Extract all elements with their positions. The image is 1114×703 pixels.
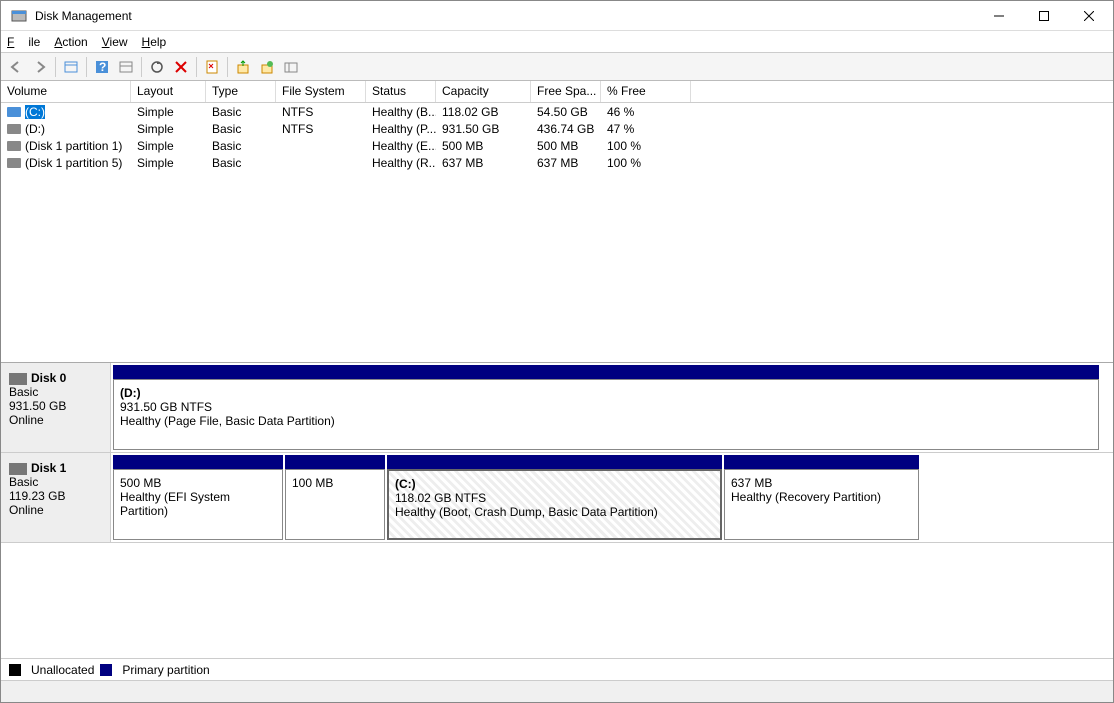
partition-box[interactable]: (C:)118.02 GB NTFSHealthy (Boot, Crash D…: [387, 469, 722, 540]
show-hide-console-button[interactable]: [60, 56, 82, 78]
forward-button[interactable]: [29, 56, 51, 78]
minimize-button[interactable]: [976, 1, 1021, 31]
col-status[interactable]: Status: [366, 81, 436, 102]
refresh-button[interactable]: [146, 56, 168, 78]
volume-name: (D:): [25, 122, 45, 136]
menu-bar: File Action View Help: [1, 31, 1113, 53]
window-title: Disk Management: [33, 9, 976, 23]
action-button-1[interactable]: [232, 56, 254, 78]
drive-icon: [7, 124, 21, 134]
toolbar: ?: [1, 53, 1113, 81]
table-row[interactable]: (Disk 1 partition 5)SimpleBasicHealthy (…: [1, 154, 1113, 171]
volume-name: (C:): [25, 105, 45, 119]
col-percent-free[interactable]: % Free: [601, 81, 691, 102]
col-capacity[interactable]: Capacity: [436, 81, 531, 102]
disk-label[interactable]: Disk 0Basic931.50 GBOnline: [1, 363, 111, 452]
menu-help[interactable]: Help: [142, 35, 167, 49]
partition-box[interactable]: 637 MBHealthy (Recovery Partition): [724, 469, 919, 540]
table-header: Volume Layout Type File System Status Ca…: [1, 81, 1113, 103]
title-bar: Disk Management: [1, 1, 1113, 31]
drive-icon: [7, 158, 21, 168]
settings-button[interactable]: [115, 56, 137, 78]
properties-button[interactable]: [201, 56, 223, 78]
table-row[interactable]: (C:)SimpleBasicNTFSHealthy (B...118.02 G…: [1, 103, 1113, 120]
partition-box[interactable]: 500 MBHealthy (EFI System Partition): [113, 469, 283, 540]
delete-button[interactable]: [170, 56, 192, 78]
disk-icon: [9, 373, 27, 385]
legend-swatch-primary: [100, 664, 112, 676]
disk-label[interactable]: Disk 1Basic119.23 GBOnline: [1, 453, 111, 542]
legend-swatch-unallocated: [9, 664, 21, 676]
legend-primary: Primary partition: [122, 663, 209, 677]
disk-row: Disk 0Basic931.50 GBOnline(D:)931.50 GB …: [1, 363, 1113, 453]
menu-file[interactable]: File: [7, 35, 40, 49]
col-free-space[interactable]: Free Spa...: [531, 81, 601, 102]
menu-view[interactable]: View: [102, 35, 128, 49]
back-button[interactable]: [5, 56, 27, 78]
table-row[interactable]: (D:)SimpleBasicNTFSHealthy (P...931.50 G…: [1, 120, 1113, 137]
partition-box[interactable]: 100 MB: [285, 469, 385, 540]
disk-icon: [9, 463, 27, 475]
svg-text:?: ?: [99, 60, 106, 74]
status-bar: [1, 680, 1113, 702]
legend-unallocated: Unallocated: [31, 663, 94, 677]
close-button[interactable]: [1066, 1, 1111, 31]
maximize-button[interactable]: [1021, 1, 1066, 31]
drive-icon: [7, 141, 21, 151]
volume-name: (Disk 1 partition 5): [25, 156, 122, 170]
table-row[interactable]: (Disk 1 partition 1)SimpleBasicHealthy (…: [1, 137, 1113, 154]
drive-icon: [7, 107, 21, 117]
col-filesystem[interactable]: File System: [276, 81, 366, 102]
help-button[interactable]: ?: [91, 56, 113, 78]
disk-map: Disk 0Basic931.50 GBOnline(D:)931.50 GB …: [1, 363, 1113, 658]
col-type[interactable]: Type: [206, 81, 276, 102]
col-volume[interactable]: Volume: [1, 81, 131, 102]
app-icon: [11, 8, 27, 24]
volume-name: (Disk 1 partition 1): [25, 139, 122, 153]
partition-box[interactable]: (D:)931.50 GB NTFSHealthy (Page File, Ba…: [113, 379, 1099, 450]
action-button-3[interactable]: [280, 56, 302, 78]
legend: Unallocated Primary partition: [1, 658, 1113, 680]
action-button-2[interactable]: [256, 56, 278, 78]
menu-action[interactable]: Action: [54, 35, 87, 49]
volume-table: Volume Layout Type File System Status Ca…: [1, 81, 1113, 363]
col-layout[interactable]: Layout: [131, 81, 206, 102]
disk-row: Disk 1Basic119.23 GBOnline500 MBHealthy …: [1, 453, 1113, 543]
